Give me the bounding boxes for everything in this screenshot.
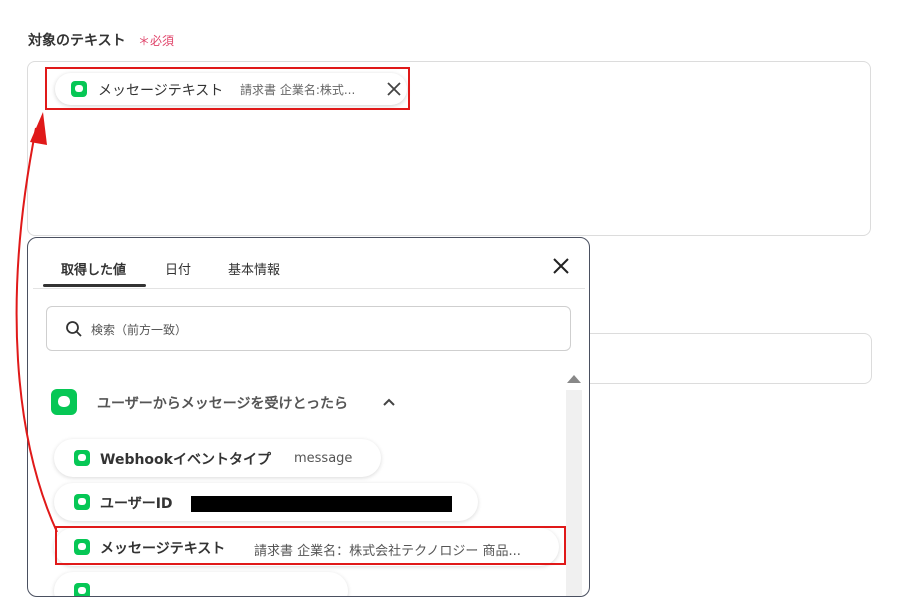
background-input[interactable] bbox=[560, 333, 872, 384]
close-icon[interactable] bbox=[551, 256, 571, 276]
line-app-icon bbox=[51, 389, 77, 415]
item-name: Webhookイベントタイプ bbox=[100, 452, 271, 468]
list-item-user-id[interactable]: ユーザーID bbox=[54, 483, 478, 521]
tab-date[interactable]: 日付 bbox=[165, 259, 191, 278]
chevron-up-icon[interactable] bbox=[382, 396, 396, 408]
tab-acquired-values[interactable]: 取得した値 bbox=[61, 259, 126, 278]
required-badge: ＊必須 bbox=[138, 34, 175, 48]
redacted-value bbox=[191, 496, 452, 512]
highlight-box-bottom bbox=[55, 526, 566, 565]
section-title[interactable]: ユーザーからメッセージを受けとったら bbox=[97, 393, 348, 413]
tab-active-underline bbox=[43, 284, 146, 287]
search-placeholder: 検索（前方一致） bbox=[91, 323, 188, 337]
line-app-icon bbox=[74, 583, 90, 596]
scrollbar-track[interactable] bbox=[566, 390, 582, 596]
line-app-icon bbox=[74, 450, 90, 466]
list-item-next[interactable] bbox=[54, 572, 348, 596]
search-input[interactable]: 検索（前方一致） bbox=[46, 306, 571, 351]
item-value: message bbox=[294, 451, 353, 466]
scroll-up-arrow[interactable] bbox=[567, 375, 581, 383]
tab-divider bbox=[33, 288, 585, 289]
field-label: 対象のテキスト bbox=[28, 33, 126, 49]
line-app-icon bbox=[74, 494, 90, 510]
highlight-box-top bbox=[45, 67, 410, 110]
list-item-webhook-event-type[interactable]: Webhookイベントタイプ message bbox=[54, 439, 381, 477]
search-icon bbox=[66, 321, 82, 337]
tab-basic-info[interactable]: 基本情報 bbox=[228, 259, 280, 278]
item-name: ユーザーID bbox=[100, 496, 173, 512]
